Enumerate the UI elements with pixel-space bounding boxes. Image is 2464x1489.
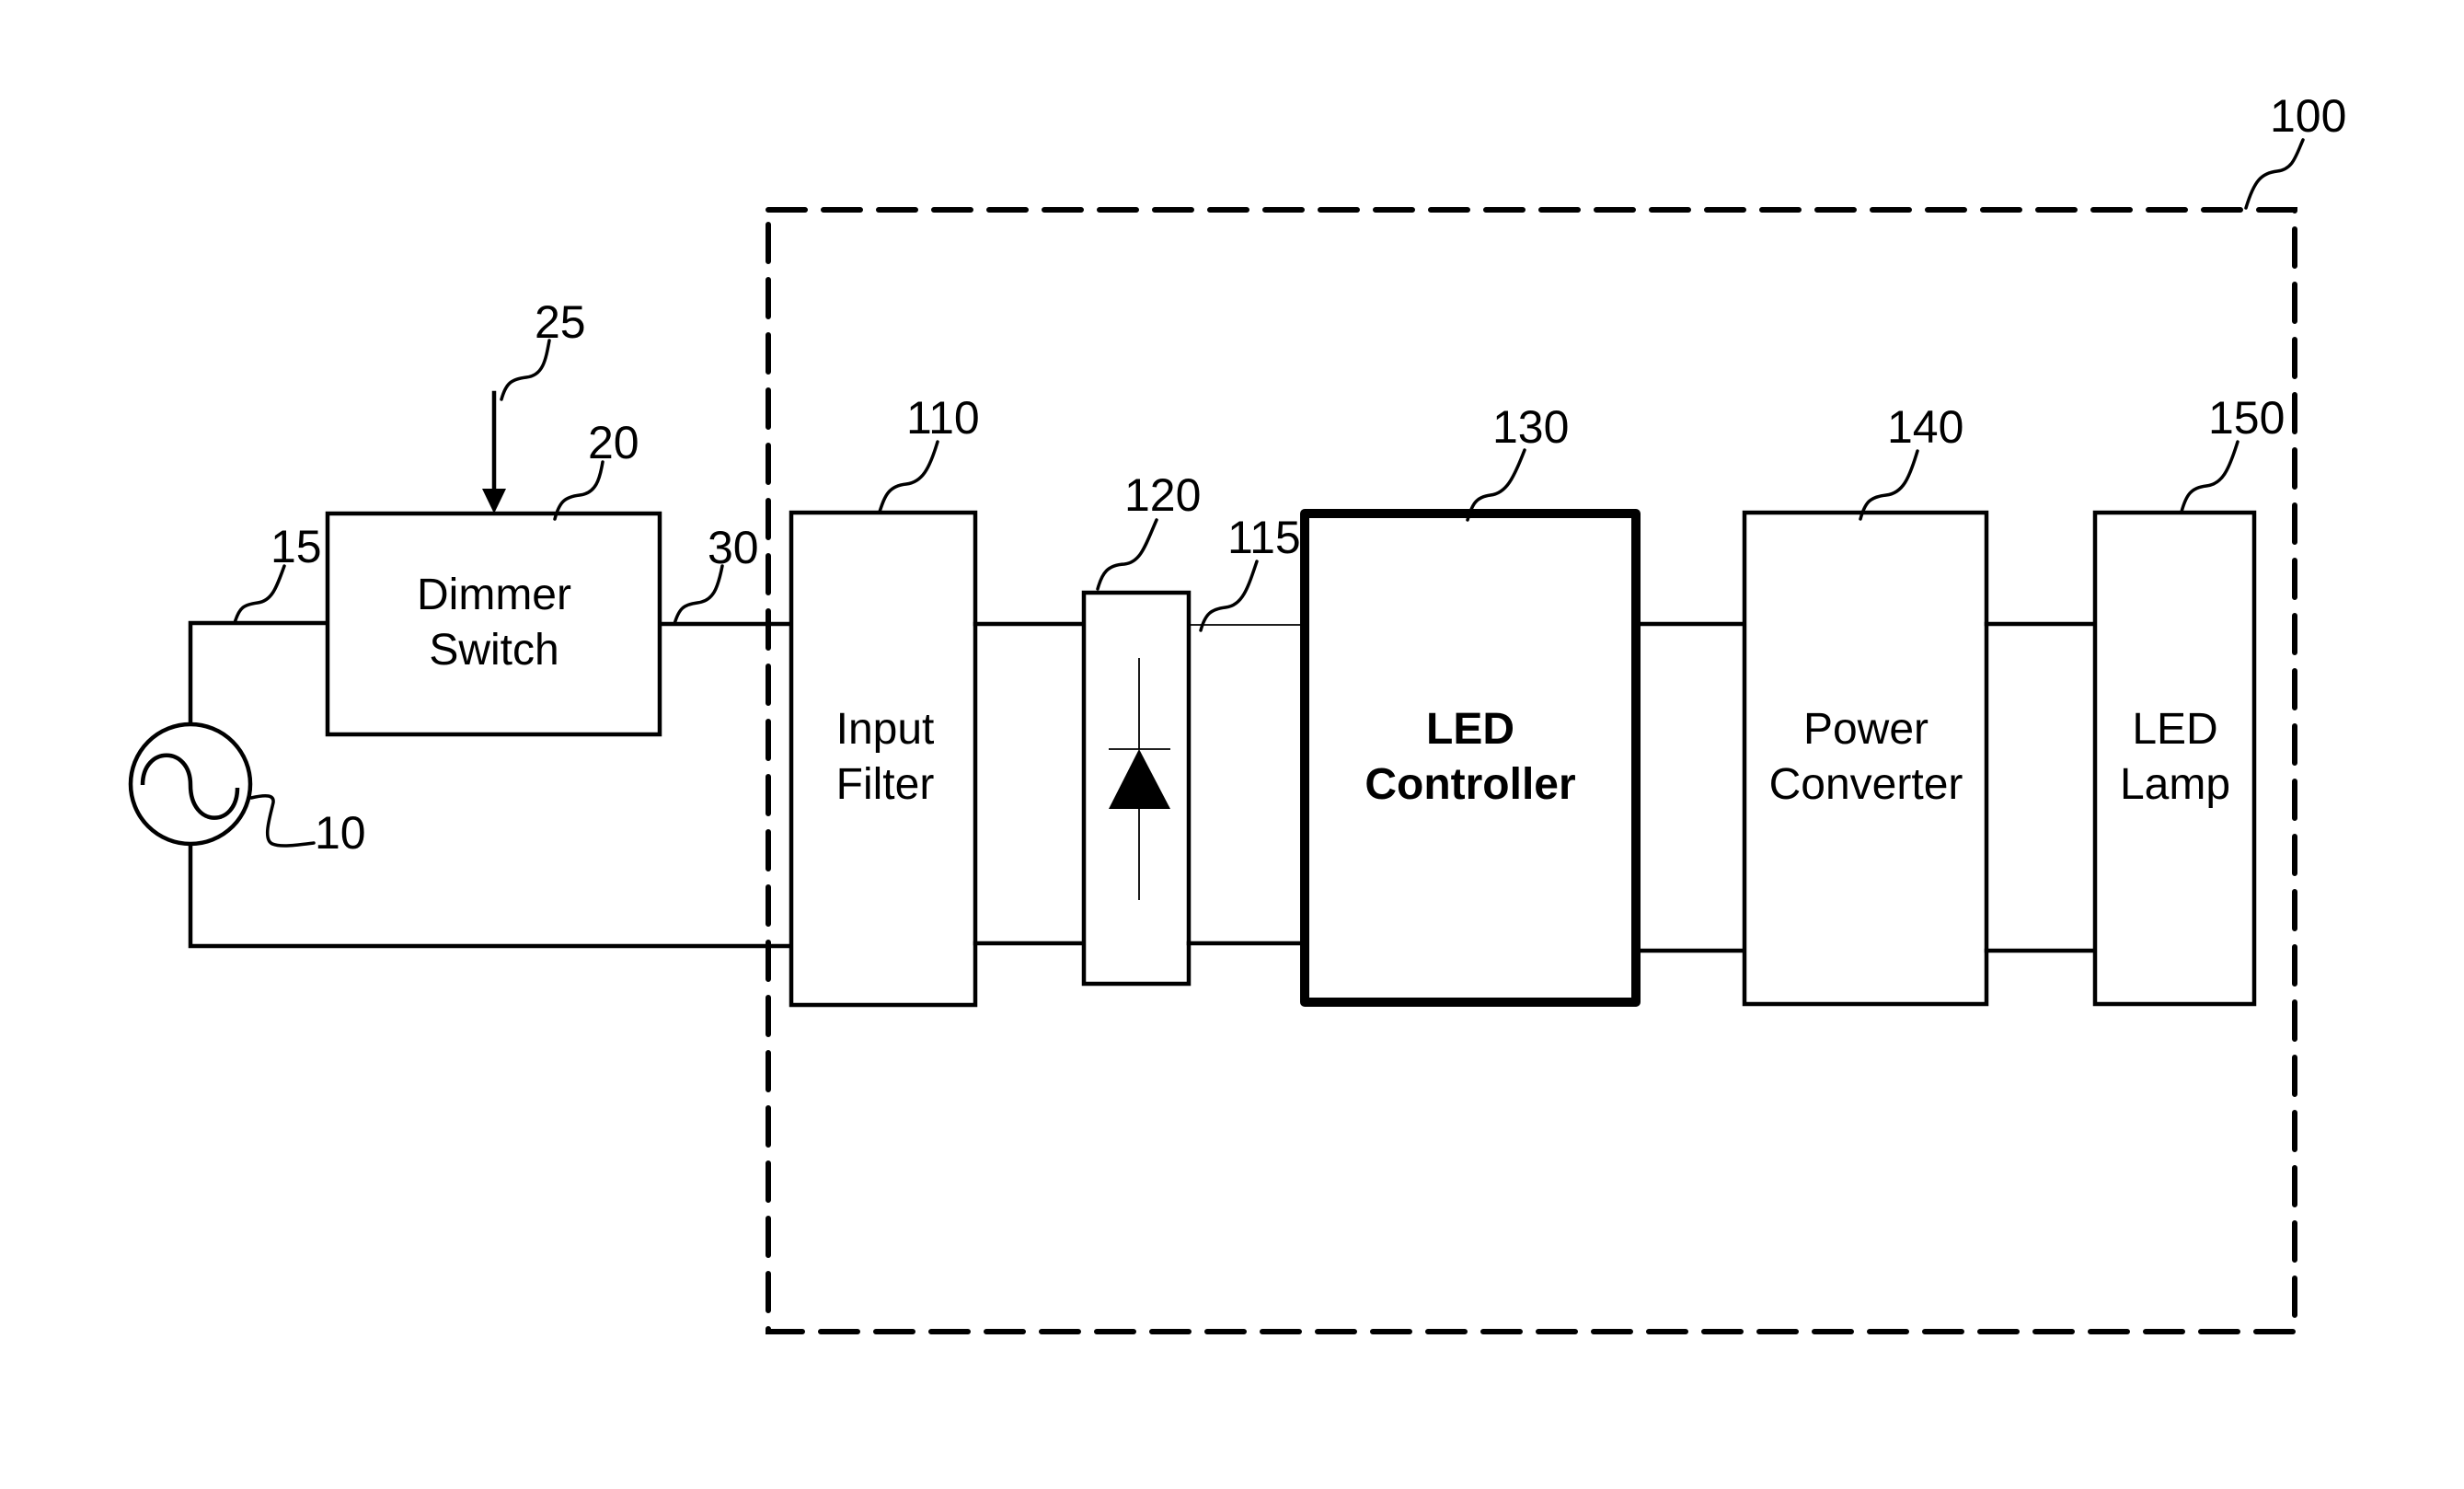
ref-label-10: 10 xyxy=(315,807,366,859)
leader-10 xyxy=(249,793,316,848)
led-driver-block-diagram: 100 10 15 Dimmer Switch 20 25 30 Input F… xyxy=(128,90,2346,1334)
ref-label-150: 150 xyxy=(2208,392,2285,444)
input-filter-label-line2: Filter xyxy=(836,760,935,809)
ref-label-120: 120 xyxy=(1124,469,1201,521)
power-converter-box xyxy=(1742,510,1989,1007)
ref-label-15: 15 xyxy=(271,521,322,572)
ref-label-30: 30 xyxy=(708,522,759,573)
wire-neutral-bottom xyxy=(188,841,794,949)
leader-115 xyxy=(1199,560,1259,632)
led-controller-box xyxy=(1300,509,1641,1007)
leader-30 xyxy=(673,564,724,626)
dimmer-switch-label-line1: Dimmer xyxy=(417,571,571,619)
leader-25 xyxy=(500,339,551,401)
arrow-down-icon xyxy=(482,489,506,514)
dimmer-switch-box xyxy=(325,511,662,737)
leader-20 xyxy=(553,460,604,521)
leader-150 xyxy=(2180,440,2239,514)
dimmer-switch-label-line2: Switch xyxy=(429,626,558,675)
led-controller-label-line2: Controller xyxy=(1364,760,1575,809)
power-converter-label-line1: Power xyxy=(1803,705,1929,754)
ref-label-140: 140 xyxy=(1887,401,1963,453)
power-converter-label-line2: Converter xyxy=(1769,760,1963,809)
ref-label-115: 115 xyxy=(1227,512,1301,563)
led-lamp-box xyxy=(2092,510,2257,1007)
ref-label-130: 130 xyxy=(1492,401,1569,453)
input-filter-label-line1: Input xyxy=(836,705,935,754)
ref-label-100: 100 xyxy=(2270,90,2346,142)
ref-label-110: 110 xyxy=(906,392,980,444)
leader-110 xyxy=(878,440,939,514)
led-lamp-label-line2: Lamp xyxy=(2120,760,2230,809)
leader-100 xyxy=(2244,138,2305,210)
leader-15 xyxy=(233,564,286,625)
leader-120 xyxy=(1096,518,1158,591)
input-filter-box xyxy=(789,510,978,1008)
ref-label-20: 20 xyxy=(588,417,639,468)
ac-source-icon xyxy=(128,721,253,847)
led-controller-label-line1: LED xyxy=(1426,705,1514,754)
led-lamp-label-line1: LED xyxy=(2132,705,2217,754)
ref-label-25: 25 xyxy=(535,296,586,348)
wire-line-15 xyxy=(188,620,330,726)
leader-140 xyxy=(1859,449,1919,521)
